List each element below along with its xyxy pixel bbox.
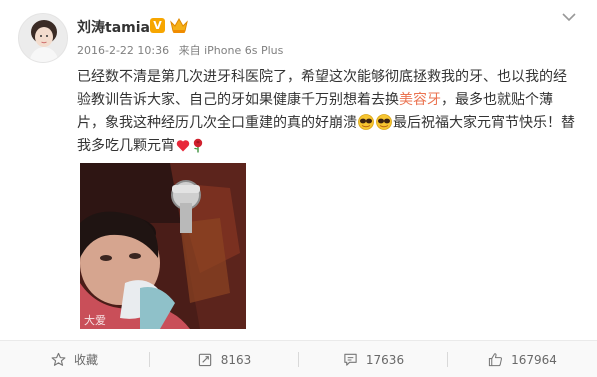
verified-badge-icon: V	[150, 18, 165, 33]
post-timestamp[interactable]: 2016-2-22 10:36	[77, 44, 169, 57]
like-count: 167964	[511, 352, 557, 367]
sunglasses-emoji-icon	[358, 114, 374, 130]
favorite-label: 收藏	[73, 353, 98, 367]
favorite-button[interactable]: 收藏	[0, 341, 149, 377]
text-segment: 验教训告诉大家、自己的牙如果健康千万别想着去换	[77, 92, 399, 108]
post-text-line: 已经数不清是第几次进牙科医院了，希望这次能够彻底拯救我的牙、也以我的经	[77, 69, 567, 85]
text-segment: ，最多也就贴个薄	[441, 92, 553, 108]
post-photo[interactable]: 大爱	[80, 163, 246, 329]
rose-emoji-icon	[193, 138, 203, 153]
post-text-line: 验教训告诉大家、自己的牙如果健康千万别想着去换美容牙，最多也就贴个薄	[77, 89, 577, 112]
text-segment: 我多吃几颗元宵	[77, 138, 175, 154]
sunglasses-emoji-icon	[376, 114, 392, 130]
comment-button[interactable]: 17636	[299, 341, 448, 377]
comment-count: 17636	[365, 352, 405, 367]
star-icon	[51, 352, 66, 366]
chevron-down-icon[interactable]	[562, 12, 576, 22]
post-meta: 2016-2-22 10:36 来自 iPhone 6s Plus	[77, 42, 289, 58]
repost-button[interactable]: 8163	[150, 341, 299, 377]
avatar[interactable]	[18, 13, 68, 63]
repost-count: 8163	[220, 352, 252, 367]
repost-icon	[198, 353, 211, 367]
post-text-line: 我多吃几颗元宵	[77, 135, 577, 158]
post-text: 已经数不清是第几次进牙科医院了，希望这次能够彻底拯救我的牙、也以我的经 验教训告…	[77, 66, 577, 158]
thumbs-up-icon	[488, 353, 503, 367]
heart-emoji-icon	[176, 140, 190, 152]
weibo-post-card: 刘涛tamia V 2016-2-22 10:36 来自 iPhone 6s P…	[0, 0, 597, 377]
photo-watermark: 大爱	[84, 313, 106, 327]
text-segment: 片，象我这种经历几次全口重建的真的好崩溃	[77, 115, 357, 131]
text-segment: 最后祝福大家元宵节快乐！替	[393, 115, 575, 131]
action-bar: 收藏 8163 17636 167964	[0, 340, 597, 377]
like-button[interactable]: 167964	[448, 341, 597, 377]
vip-crown-icon[interactable]	[169, 16, 189, 34]
post-source: 来自 iPhone 6s Plus	[178, 44, 284, 57]
username[interactable]: 刘涛tamia	[77, 17, 150, 37]
post-text-line: 片，象我这种经历几次全口重建的真的好崩溃 最后祝福大家元宵节快乐！替	[77, 112, 577, 135]
comment-icon	[344, 353, 357, 366]
highlight-link[interactable]: 美容牙	[399, 92, 441, 108]
